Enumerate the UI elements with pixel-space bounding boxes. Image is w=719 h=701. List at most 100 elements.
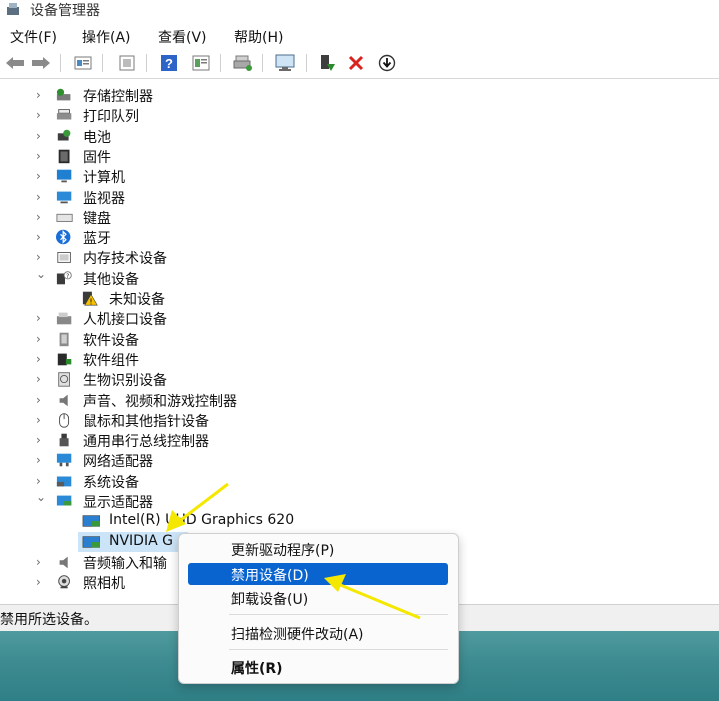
menu-properties-label: 属性(R) [231,661,283,677]
chevron-right-icon[interactable]: › [36,373,46,385]
chevron-right-icon[interactable]: › [36,211,46,223]
network-adapter-icon [56,454,72,467]
menu-view[interactable]: 查看(V) [158,27,207,47]
properties-icon[interactable] [72,52,94,74]
menu-action[interactable]: 操作(A) [82,27,131,47]
chevron-right-icon[interactable]: › [36,89,46,101]
unknown-device-warning-icon: ! [82,291,98,306]
tree-category-row[interactable]: › 声音、视频和游戏控制器 [0,390,719,410]
chevron-right-icon[interactable]: › [36,251,46,263]
software-component-icon [57,353,72,366]
back-arrow-icon[interactable] [4,52,26,74]
chevron-down-icon[interactable]: ⌄ [36,491,46,503]
menu-help[interactable]: 帮助(H) [234,27,283,47]
tree-category-row[interactable]: › 通用串行总线控制器 [0,430,719,450]
chevron-right-icon[interactable]: › [36,475,46,487]
menu-properties[interactable]: 属性(R) [188,656,448,678]
tree-category-row[interactable]: › 键盘 [0,207,719,227]
tree-category-row[interactable]: › 生物识别设备 [0,369,719,389]
print-icon[interactable] [232,52,254,74]
chevron-right-icon[interactable]: › [36,191,46,203]
chevron-right-icon[interactable]: › [36,109,46,121]
chevron-right-icon[interactable]: › [36,556,46,568]
tree-child-row[interactable]: ! 未知设备 [0,288,719,308]
chevron-right-icon[interactable]: › [36,333,46,345]
device-tree: › 存储控制器 › 打印队列 › 电池 › 固件 › 计算机 › 监视器 › 键盘 › 蓝牙 › 内存技术设备 ⌄?… [0,80,719,604]
tree-category-row[interactable]: › 电池 [0,126,719,146]
usb-icon [59,433,69,447]
menu-scan-hardware[interactable]: 扫描检测硬件改动(A) [188,622,448,644]
tree-category-row[interactable]: › 存储控制器 [0,85,719,105]
chevron-right-icon[interactable]: › [36,414,46,426]
chevron-right-icon[interactable]: › [36,170,46,182]
tree-item-label: 未知设备 [109,292,165,308]
chevron-right-icon[interactable]: › [36,434,46,446]
menu-disable-device[interactable]: 禁用设备(D) [188,563,448,585]
biometric-icon [58,372,70,387]
enable-device-icon[interactable] [316,52,338,74]
tree-item-label: 软件设备 [83,332,139,349]
help-icon[interactable]: ? [158,52,180,74]
tree-item-label: 系统设备 [83,474,139,491]
tree-item-label: 固件 [83,149,111,166]
tree-item-label: 内存技术设备 [83,251,167,268]
update-driver-icon[interactable] [376,52,398,74]
tree-category-row[interactable]: › 网络适配器 [0,450,719,470]
tree-item-label: 鼠标和其他指针设备 [83,413,209,430]
computer-icon [56,169,72,183]
battery-icon [57,129,71,141]
hid-icon [56,312,72,325]
menu-disable-device-label: 禁用设备(D) [231,568,309,584]
tree-category-row[interactable]: › 内存技术设备 [0,247,719,267]
tree-category-row[interactable]: › 计算机 [0,166,719,186]
tree-category-row[interactable]: › 系统设备 [0,471,719,491]
scan-hardware-icon[interactable] [274,52,296,74]
speaker-icon [59,394,68,406]
uninstall-x-icon[interactable] [345,52,367,74]
chevron-right-icon[interactable]: › [36,394,46,406]
tree-child-row[interactable]: Intel(R) UHD Graphics 620 [0,511,719,531]
system-device-icon [56,476,72,487]
chevron-right-icon[interactable]: › [36,312,46,324]
view-icon[interactable] [190,52,212,74]
device-manager-app-icon [7,3,19,15]
tree-item-label: 声音、视频和游戏控制器 [83,393,237,410]
chevron-right-icon[interactable]: › [36,150,46,162]
tree-item-label: 网络适配器 [83,454,153,471]
chevron-down-icon[interactable]: ⌄ [36,268,46,280]
tree-item-label: NVIDIA G [109,532,173,549]
tree-category-row[interactable]: › 蓝牙 [0,227,719,247]
tree-item-label: 其他设备 [83,271,139,288]
tree-category-row[interactable]: › 打印队列 [0,105,719,125]
menu-uninstall-device[interactable]: 卸载设备(U) [188,587,448,609]
tree-category-row[interactable]: ⌄? 其他设备 [0,268,719,288]
tree-category-row[interactable]: › 软件组件 [0,349,719,369]
keyboard-icon [56,213,73,222]
tree-category-row[interactable]: › 鼠标和其他指针设备 [0,410,719,430]
menu-scan-hardware-label: 扫描检测硬件改动(A) [231,627,364,643]
chevron-right-icon[interactable]: › [36,353,46,365]
menu-update-driver[interactable]: 更新驱动程序(P) [188,538,448,560]
firmware-icon [58,149,70,164]
tree-category-row[interactable]: ⌄ 显示适配器 [0,491,719,511]
menu-file[interactable]: 文件(F) [10,27,57,47]
tree-category-row[interactable]: › 软件设备 [0,329,719,349]
driver-icon[interactable] [116,52,138,74]
chevron-right-icon[interactable]: › [36,231,46,243]
status-text: 禁用所选设备。 [0,612,98,628]
chevron-right-icon[interactable]: › [36,130,46,142]
tree-category-row[interactable]: › 人机接口设备 [0,308,719,328]
toolbar: ? [0,48,719,79]
tree-category-row[interactable]: › 固件 [0,146,719,166]
forward-arrow-icon[interactable] [30,52,52,74]
printer-icon [56,109,72,120]
monitor-icon [56,191,72,203]
menu-uninstall-device-label: 卸载设备(U) [231,592,309,608]
title-bar: 设备管理器 [0,0,719,22]
chevron-right-icon[interactable]: › [36,454,46,466]
chevron-right-icon[interactable]: › [36,576,46,588]
menu-update-driver-label: 更新驱动程序(P) [231,543,335,559]
memory-device-icon [57,252,71,264]
menu-separator [229,614,448,615]
tree-category-row[interactable]: › 监视器 [0,187,719,207]
